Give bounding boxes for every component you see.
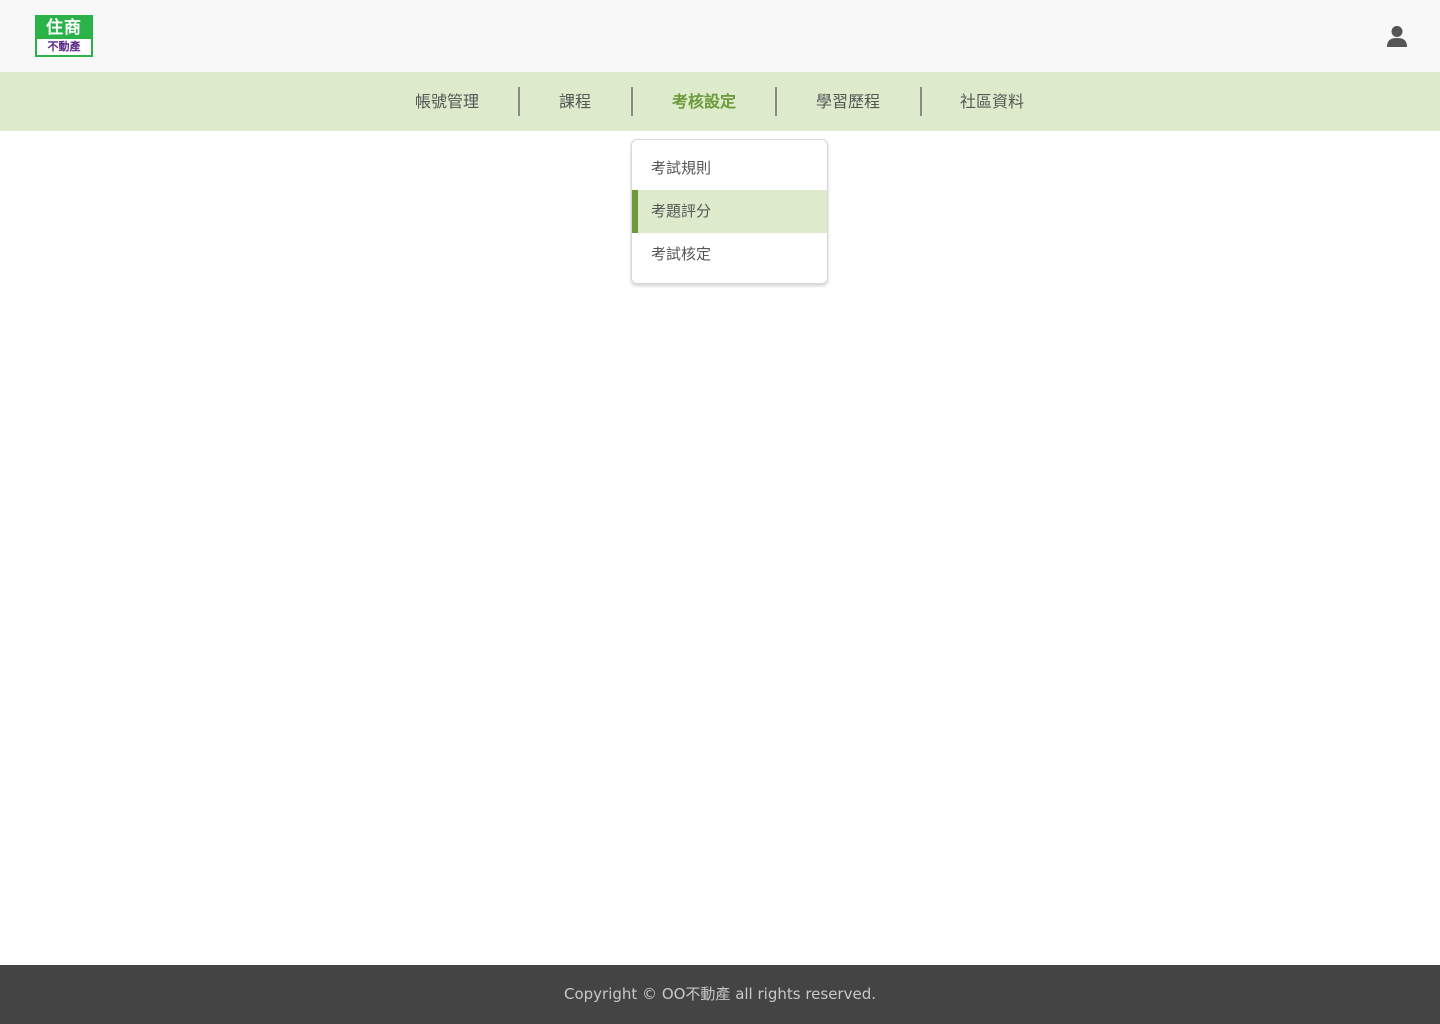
menu-item-question-scoring[interactable]: 考題評分 — [632, 190, 827, 233]
user-icon[interactable] — [1385, 24, 1409, 48]
brand-logo[interactable]: 住商 不動產 — [35, 15, 93, 57]
user-icon-graphic — [1387, 26, 1407, 47]
main-nav: 帳號管理 課程 考核設定 學習歷程 社區資料 — [0, 72, 1440, 131]
nav-divider — [775, 87, 777, 116]
nav-item-assessment-settings[interactable]: 考核設定 — [663, 72, 745, 131]
nav-divider — [920, 87, 922, 116]
page-footer: Copyright © OO不動產 all rights reserved. — [0, 965, 1440, 1024]
nav-divider — [518, 87, 520, 116]
menu-item-exam-rules[interactable]: 考試規則 — [632, 147, 827, 190]
nav-item-learning-history[interactable]: 學習歷程 — [808, 72, 888, 131]
nav-divider — [631, 87, 633, 116]
logo-bottom-text: 不動產 — [47, 40, 81, 53]
top-header: 住商 不動產 — [0, 0, 1440, 72]
nav-item-community-data[interactable]: 社區資料 — [952, 72, 1032, 131]
logo-top-text: 住商 — [37, 17, 91, 39]
menu-item-exam-approval[interactable]: 考試核定 — [632, 233, 827, 276]
copyright-text: Copyright © OO不動產 all rights reserved. — [563, 985, 876, 1003]
nav-item-account-management[interactable]: 帳號管理 — [407, 72, 487, 131]
assessment-dropdown-menu: 考試規則 考題評分 考試核定 — [631, 139, 828, 284]
nav-item-courses[interactable]: 課程 — [550, 72, 600, 131]
